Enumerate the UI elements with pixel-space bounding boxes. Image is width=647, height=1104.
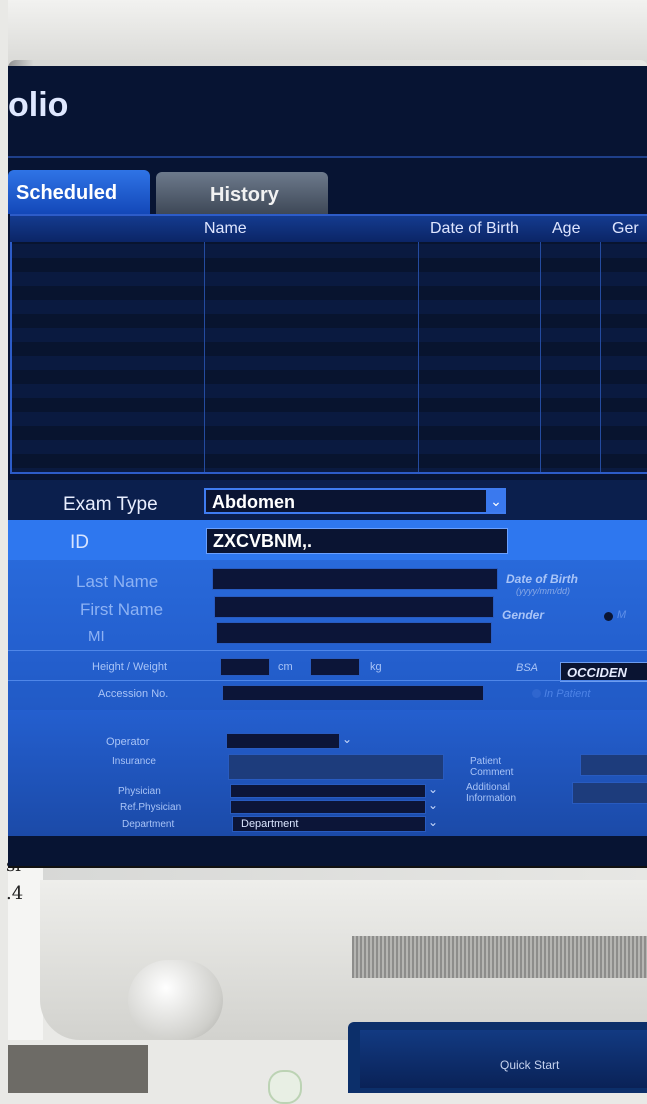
physician-label: Physician xyxy=(118,786,161,797)
in-patient-radio[interactable] xyxy=(532,689,541,698)
department-select[interactable]: Department xyxy=(232,816,426,832)
additional-info-label: Additional Information xyxy=(466,782,517,804)
accession-input[interactable] xyxy=(222,685,484,701)
bsa-value-box: OCCIDEN xyxy=(560,662,647,682)
gender-label: Gender xyxy=(502,608,545,622)
tab-scheduled[interactable]: Scheduled xyxy=(8,170,150,214)
weight-unit: kg xyxy=(370,661,382,673)
form-divider xyxy=(8,650,647,651)
monitor-screen: olio Scheduled History Name Date of Birt… xyxy=(8,66,647,868)
first-name-label: First Name xyxy=(80,600,164,619)
column-header-dob[interactable]: Date of Birth xyxy=(430,220,519,238)
weight-input[interactable] xyxy=(310,658,360,676)
first-name-input[interactable] xyxy=(214,596,494,618)
patient-list-header: Name Date of Birth Age Ger xyxy=(10,216,647,242)
tab-history-label: History xyxy=(210,184,279,206)
insurance-input[interactable] xyxy=(228,754,444,780)
in-patient-label: In Patient xyxy=(544,688,591,700)
app-title: olio xyxy=(8,86,69,124)
tab-history[interactable]: History xyxy=(156,172,328,214)
title-divider xyxy=(8,156,647,158)
additional-info-input[interactable] xyxy=(572,782,647,804)
patient-list[interactable] xyxy=(10,214,647,474)
chevron-down-icon[interactable]: ⌄ xyxy=(428,798,438,812)
chevron-down-icon[interactable]: ⌄ xyxy=(486,490,506,512)
ref-physician-select[interactable] xyxy=(230,800,426,814)
chevron-down-icon[interactable]: ⌄ xyxy=(342,732,352,746)
id-input[interactable]: ZXCVBNM,. xyxy=(206,528,508,554)
last-name-input[interactable] xyxy=(212,568,498,590)
physician-select[interactable] xyxy=(230,784,426,798)
column-divider xyxy=(540,242,541,472)
column-divider xyxy=(600,242,601,472)
column-header-gender[interactable]: Ger xyxy=(612,220,639,238)
gender-male-label: M xyxy=(617,609,627,621)
monitor-top-frame xyxy=(8,0,647,66)
column-divider xyxy=(204,242,205,472)
accession-label: Accession No. xyxy=(98,688,169,700)
column-header-age[interactable]: Age xyxy=(552,220,580,238)
mi-label: MI xyxy=(88,628,105,645)
handle-knob xyxy=(128,960,223,1040)
height-input[interactable] xyxy=(220,658,270,676)
exam-type-select[interactable]: Abdomen xyxy=(204,488,506,514)
power-button[interactable] xyxy=(268,1070,302,1104)
chevron-down-icon[interactable]: ⌄ xyxy=(428,782,438,796)
last-name-label: Last Name xyxy=(76,572,159,591)
gender-male-radio[interactable] xyxy=(604,612,613,621)
column-divider xyxy=(418,242,419,472)
patient-comment-input[interactable] xyxy=(580,754,647,776)
dob-label: Date of Birth xyxy=(506,572,578,586)
department-label: Department xyxy=(122,819,175,830)
tab-scheduled-label: Scheduled xyxy=(16,182,118,204)
patient-comment-label: Patient Comment xyxy=(470,756,514,778)
dob-format-hint: (yyyy/mm/dd) xyxy=(516,586,570,596)
id-value: ZXCVBNM,. xyxy=(213,531,312,551)
exam-type-value: Abdomen xyxy=(212,492,295,512)
speaker-grille xyxy=(352,936,647,978)
operator-select[interactable] xyxy=(226,733,340,749)
form-divider xyxy=(8,680,647,681)
ref-physician-label: Ref.Physician xyxy=(120,802,182,813)
department-value: Department xyxy=(241,818,299,830)
id-label: ID xyxy=(70,532,89,553)
bsa-value: OCCIDEN xyxy=(567,665,627,680)
height-weight-label: Height / Weight xyxy=(92,661,168,673)
operator-label: Operator xyxy=(106,736,150,748)
chevron-down-icon[interactable]: ⌄ xyxy=(428,815,438,829)
height-unit: cm xyxy=(278,661,293,673)
bsa-label: BSA xyxy=(516,662,539,674)
exam-type-label: Exam Type xyxy=(63,494,158,515)
floor xyxy=(8,1045,148,1093)
mi-input[interactable] xyxy=(216,622,492,644)
quick-start-button[interactable]: Quick Start xyxy=(500,1058,559,1072)
column-header-name[interactable]: Name xyxy=(204,220,247,238)
insurance-label: Insurance xyxy=(112,756,156,767)
